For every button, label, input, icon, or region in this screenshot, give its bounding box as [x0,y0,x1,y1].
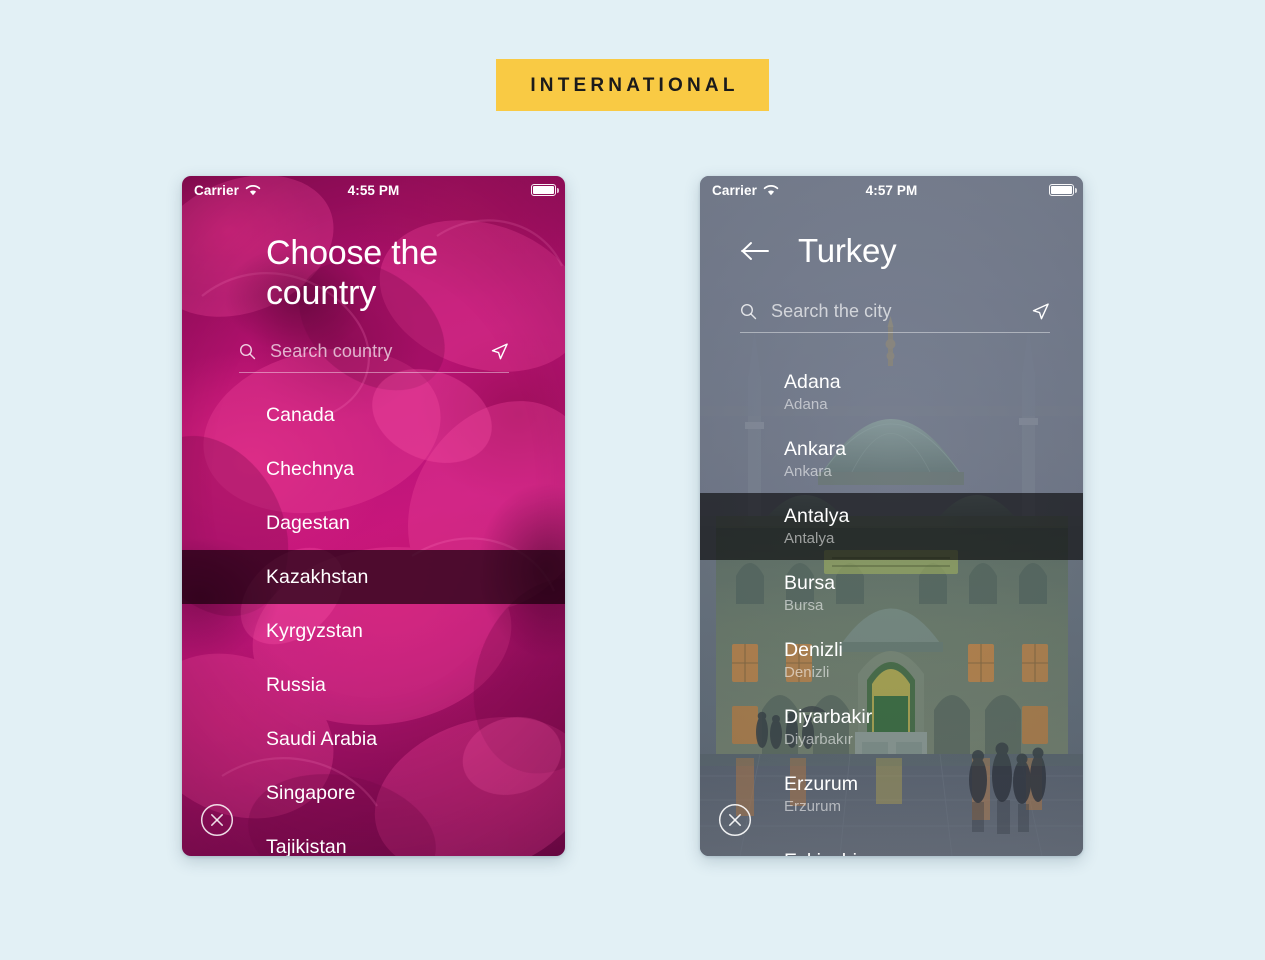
search-country-field[interactable] [239,341,509,373]
city-list[interactable]: Adana Adana Ankara Ankara Antalya Antaly… [700,359,1083,856]
list-item[interactable]: Kyrgyzstan [182,604,565,658]
city-sublabel: Adana [784,396,828,414]
list-item[interactable]: Chechnya [182,442,565,496]
search-icon [740,303,757,320]
list-item[interactable]: Singapore [182,766,565,820]
carrier-label: Carrier [712,182,757,198]
country-label: Singapore [266,781,356,804]
close-circle-icon[interactable] [200,803,234,837]
country-label: Russia [266,673,326,696]
list-item[interactable]: Eskişehir [700,828,1083,856]
city-label: Adana [784,371,841,394]
search-icon [239,343,256,360]
country-label: Canada [266,403,335,426]
carrier-label: Carrier [194,182,239,198]
battery-icon [1049,184,1077,196]
city-label: Eskişehir [784,849,1083,856]
status-bar: Carrier 4:57 PM [700,176,1083,204]
page-title: Turkey [798,232,897,269]
country-label: Kazakhstan [266,565,369,588]
phone-screen-choose-country: Carrier 4:55 PM Choose the country Searc… [182,176,565,856]
list-item[interactable]: Saudi Arabia [182,712,565,766]
city-label: Denizli [784,639,843,662]
list-item[interactable]: Erzurum Erzurum [700,761,1083,828]
badge-container: INTERNATIONAL [0,59,1265,111]
wifi-icon [763,185,779,196]
list-item[interactable]: Adana Adana [700,359,1083,426]
city-sublabel: Antalya [784,530,835,548]
city-label: Diyarbakir [784,706,873,729]
country-label: Tajikistan [266,835,347,856]
list-item[interactable]: Dagestan [182,496,565,550]
city-label: Erzurum [784,773,859,796]
city-sublabel: Erzurum [784,798,842,816]
list-item[interactable]: Ankara Ankara [700,426,1083,493]
list-item[interactable]: Canada [182,388,565,442]
list-item-selected[interactable]: Kazakhstan [182,550,565,604]
status-bar: Carrier 4:55 PM [182,176,565,204]
city-label: Ankara [784,438,847,461]
city-label: Antalya [784,505,850,528]
list-item[interactable]: Denizli Denizli [700,627,1083,694]
phone-screen-turkey-cities: Carrier 4:57 PM Turkey Search the city A… [700,176,1083,856]
country-list[interactable]: Canada Chechnya Dagestan Kazakhstan Kyrg… [182,388,565,856]
battery-icon [531,184,559,196]
list-item[interactable]: Diyarbakir Diyarbakır [700,694,1083,761]
city-sublabel: Denizli [784,664,830,682]
page-title: Choose the country [266,234,438,312]
country-label: Saudi Arabia [266,727,378,750]
country-label: Kyrgyzstan [266,619,363,642]
international-badge: INTERNATIONAL [496,59,769,111]
country-label: Dagestan [266,511,350,534]
header-bar: Turkey [740,232,897,269]
back-arrow-icon[interactable] [740,240,770,262]
search-input[interactable] [270,341,460,362]
search-input[interactable] [771,301,961,322]
city-sublabel: Ankara [784,463,832,481]
city-label: Bursa [784,572,836,595]
list-item[interactable]: Russia [182,658,565,712]
city-sublabel: Bursa [784,597,824,615]
search-city-field[interactable] [740,301,1050,333]
navigate-arrow-icon[interactable] [490,342,509,361]
list-item[interactable]: Tajikistan [182,820,565,856]
close-circle-icon[interactable] [718,803,752,837]
list-item[interactable]: Bursa Bursa [700,560,1083,627]
navigate-arrow-icon[interactable] [1031,302,1050,321]
country-label: Chechnya [266,457,355,480]
list-item-selected[interactable]: Antalya Antalya [700,493,1083,560]
city-sublabel: Diyarbakır [784,731,853,749]
wifi-icon [245,185,261,196]
